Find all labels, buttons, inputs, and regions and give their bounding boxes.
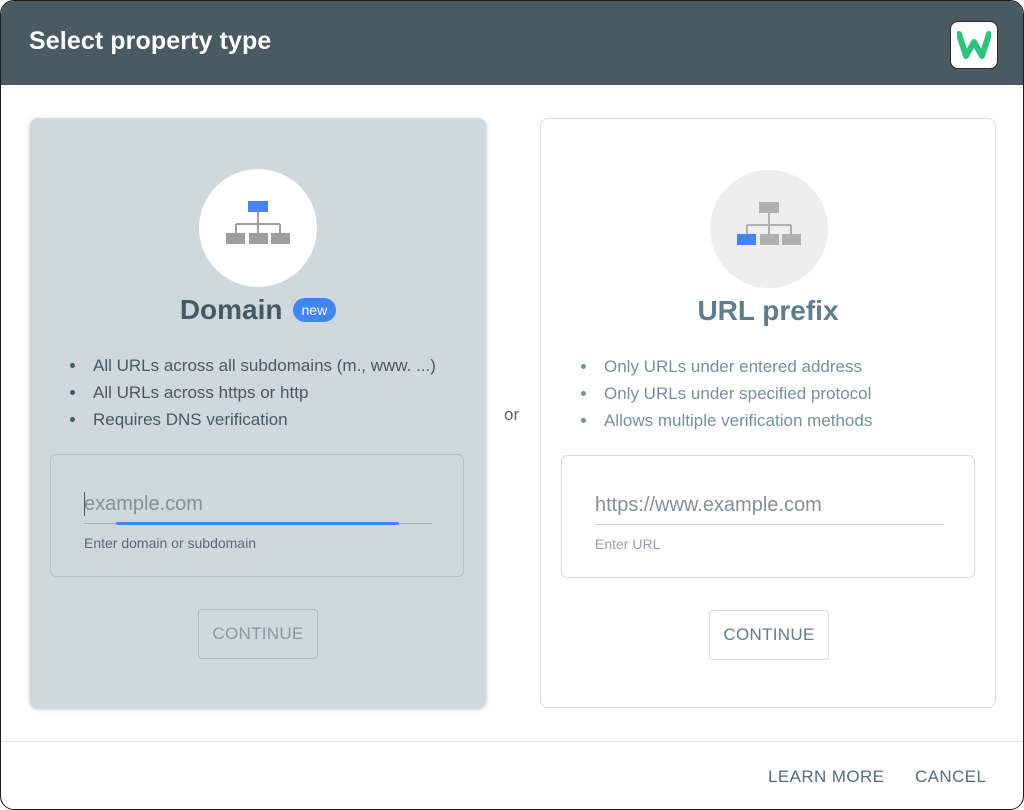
- url-input-box: Enter URL: [561, 455, 975, 578]
- domain-title-text: Domain: [179, 294, 283, 325]
- wm-logo-icon: [950, 21, 998, 69]
- list-item: Only URLs under specified protocol: [579, 380, 872, 407]
- url-feature-list: Only URLs under entered address Only URL…: [579, 353, 872, 434]
- new-badge: new: [292, 298, 337, 322]
- dialog-title: Select property type: [29, 27, 272, 55]
- list-item: Allows multiple verification methods: [579, 407, 872, 434]
- url-helper-text: Enter URL: [595, 536, 661, 552]
- url-input[interactable]: [595, 489, 943, 521]
- domain-card[interactable]: Domain new All URLs across all subdomain…: [30, 118, 486, 708]
- domain-continue-button[interactable]: CONTINUE: [198, 609, 318, 659]
- select-property-dialog: Select property type Domain new All URLs…: [0, 0, 1024, 810]
- learn-more-button[interactable]: LEARN MORE: [768, 767, 884, 787]
- focus-indicator: [116, 522, 399, 525]
- list-item: Requires DNS verification: [68, 406, 436, 433]
- footer-divider: [1, 741, 1023, 742]
- list-item: All URLs across https or http: [68, 379, 436, 406]
- url-prefix-card[interactable]: URL prefix Only URLs under entered addre…: [540, 118, 996, 708]
- domain-input-wrapper: [84, 488, 432, 525]
- input-underline: [595, 524, 943, 525]
- list-item: All URLs across all subdomains (m., www.…: [68, 352, 436, 379]
- or-separator: or: [504, 405, 520, 424]
- domain-title: Domain new: [30, 294, 486, 326]
- dialog-header: Select property type: [1, 1, 1023, 85]
- cancel-button[interactable]: CANCEL: [915, 767, 986, 787]
- domain-feature-list: All URLs across all subdomains (m., www.…: [68, 352, 436, 433]
- domain-input[interactable]: [84, 488, 432, 520]
- list-item: Only URLs under entered address: [579, 353, 872, 380]
- domain-input-box: Enter domain or subdomain: [50, 454, 464, 577]
- url-input-wrapper: [595, 489, 943, 525]
- text-caret: [84, 492, 85, 516]
- sitemap-icon: [199, 169, 317, 287]
- url-prefix-title: URL prefix: [697, 295, 839, 326]
- sitemap-icon: [710, 170, 828, 288]
- url-continue-button[interactable]: CONTINUE: [709, 610, 829, 660]
- domain-helper-text: Enter domain or subdomain: [84, 535, 256, 551]
